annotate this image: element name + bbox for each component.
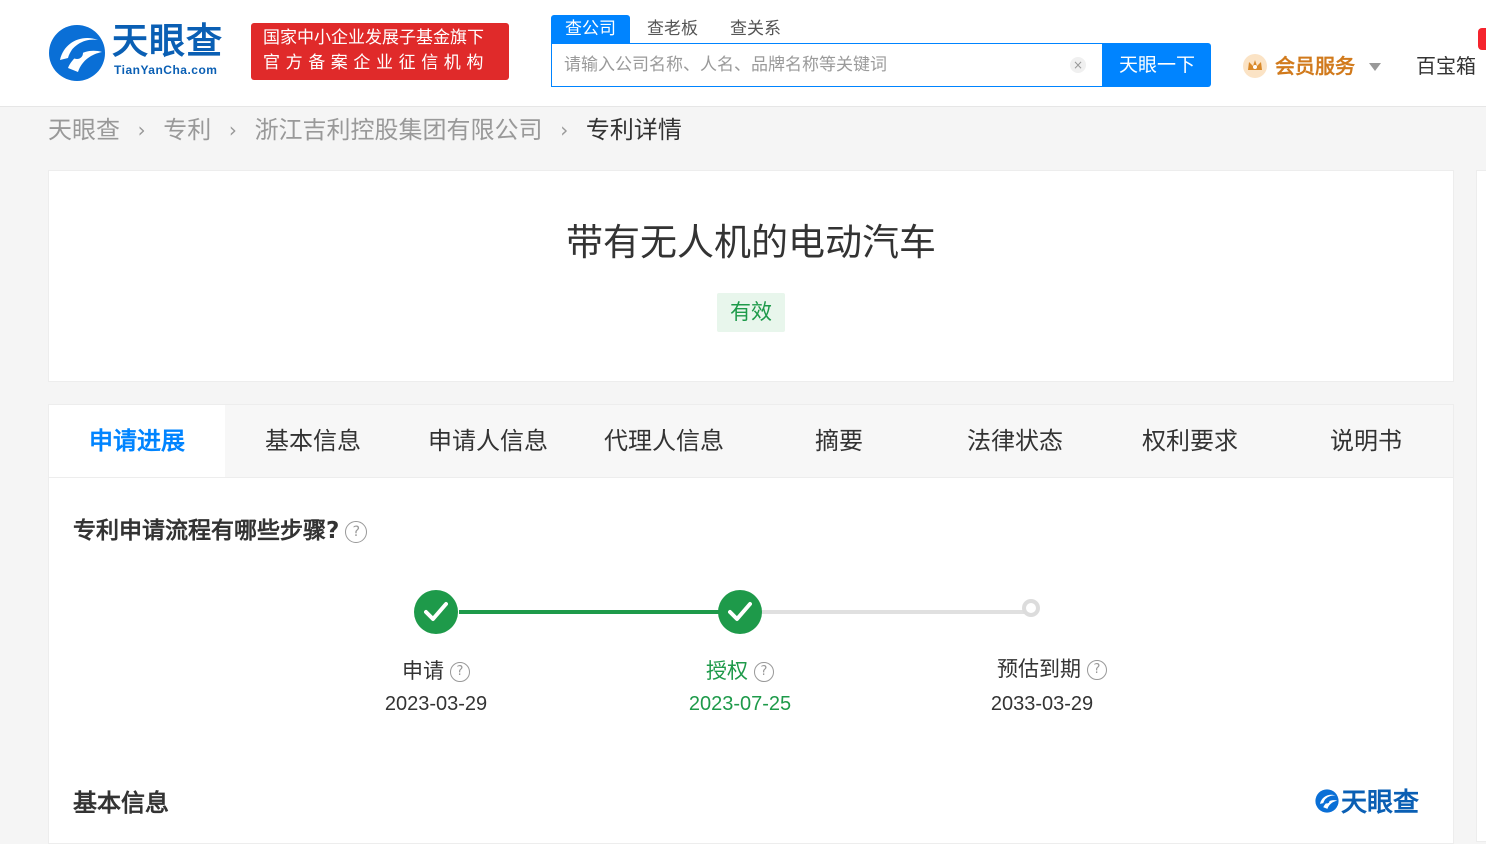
tab-claims[interactable]: 权利要求 <box>1102 405 1278 477</box>
vip-service-label: 会员服务 <box>1275 54 1355 78</box>
gov-badge-line1: 国家中小企业发展子基金旗下 <box>263 28 484 48</box>
patent-detail-card: 申请进展 基本信息 申请人信息 代理人信息 摘要 法律状态 权利要求 说明书 专… <box>48 404 1454 844</box>
step-grant-dot <box>718 590 762 634</box>
tab-legal-status[interactable]: 法律状态 <box>927 405 1103 477</box>
watermark-text: 天眼查 <box>1341 788 1420 818</box>
breadcrumb-separator: › <box>137 118 146 142</box>
step-grant-text: 授权 <box>706 659 748 683</box>
step-apply-label: 申请? <box>336 656 536 686</box>
search-tab-boss[interactable]: 查老板 <box>647 15 698 43</box>
tab-progress[interactable]: 申请进展 <box>49 405 225 477</box>
step-expiry-text: 预估到期 <box>997 657 1081 681</box>
site-logo[interactable]: 天眼查 TianYanCha.com <box>48 22 238 82</box>
search-tab-relation[interactable]: 查关系 <box>730 15 781 43</box>
question-icon[interactable]: ? <box>345 520 368 543</box>
breadcrumb: 天眼查 › 专利 › 浙江吉利控股集团有限公司 › 专利详情 <box>48 112 682 146</box>
check-icon <box>424 602 448 621</box>
question-icon[interactable]: ? <box>450 662 470 682</box>
logo-domain: TianYanCha.com <box>114 63 218 77</box>
breadcrumb-company[interactable]: 浙江吉利控股集团有限公司 <box>255 113 543 147</box>
crown-icon <box>1243 54 1267 78</box>
tab-abstract[interactable]: 摘要 <box>751 405 927 477</box>
toolbox-link[interactable]: 百宝箱 <box>1416 52 1476 80</box>
search-box: × <box>551 43 1103 87</box>
tab-applicant[interactable]: 申请人信息 <box>400 405 576 477</box>
check-icon <box>728 602 752 621</box>
patent-header-card: 带有无人机的电动汽车 有效 <box>48 170 1454 382</box>
basic-info-title: 基本信息 <box>73 789 169 817</box>
progress-section-title: 专利申请流程有哪些步骤?? <box>73 515 368 547</box>
breadcrumb-separator: › <box>228 118 237 142</box>
search-input[interactable] <box>564 54 1054 76</box>
step-apply-dot <box>414 590 458 634</box>
step-expiry-date: 2033-03-29 <box>990 693 1094 715</box>
gov-badge: 国家中小企业发展子基金旗下 官方备案企业征信机构 <box>251 23 509 80</box>
breadcrumb-separator: › <box>560 118 569 142</box>
progress-line-completed <box>459 610 741 614</box>
detail-tab-bar: 申请进展 基本信息 申请人信息 代理人信息 摘要 法律状态 权利要求 说明书 <box>49 405 1453 478</box>
tab-description[interactable]: 说明书 <box>1278 405 1454 477</box>
logo-icon <box>1315 789 1339 813</box>
top-header: 天眼查 TianYanCha.com 国家中小企业发展子基金旗下 官方备案企业征… <box>0 0 1486 107</box>
side-panel-edge <box>1476 170 1486 842</box>
gov-badge-line2: 官方备案企业征信机构 <box>263 53 489 73</box>
status-badge: 有效 <box>717 293 785 332</box>
notification-badge <box>1478 28 1486 50</box>
question-icon[interactable]: ? <box>754 662 774 682</box>
step-grant-date: 2023-07-25 <box>688 693 792 715</box>
step-grant-label: 授权? <box>640 656 840 686</box>
tab-basic-info[interactable]: 基本信息 <box>225 405 401 477</box>
step-expiry-label: 预估到期? <box>952 654 1152 684</box>
logo-icon <box>49 25 105 81</box>
question-icon[interactable]: ? <box>1087 660 1107 680</box>
search-button[interactable]: 天眼一下 <box>1103 43 1211 87</box>
breadcrumb-current: 专利详情 <box>585 116 682 144</box>
step-apply-date: 2023-03-29 <box>384 693 488 715</box>
caret-down-icon <box>1369 63 1381 71</box>
breadcrumb-patent[interactable]: 专利 <box>163 113 211 147</box>
tab-agent[interactable]: 代理人信息 <box>576 405 752 477</box>
step-apply-text: 申请 <box>402 659 444 683</box>
search-tab-company[interactable]: 查公司 <box>551 15 630 43</box>
progress-line-pending <box>761 610 1031 614</box>
patent-title: 带有无人机的电动汽车 <box>566 221 936 264</box>
breadcrumb-home[interactable]: 天眼查 <box>48 113 120 147</box>
clear-icon[interactable]: × <box>1070 57 1086 73</box>
progress-section-label: 专利申请流程有哪些步骤? <box>73 518 340 544</box>
logo-text: 天眼查 <box>112 21 224 62</box>
step-expiry-dot <box>1022 599 1040 617</box>
